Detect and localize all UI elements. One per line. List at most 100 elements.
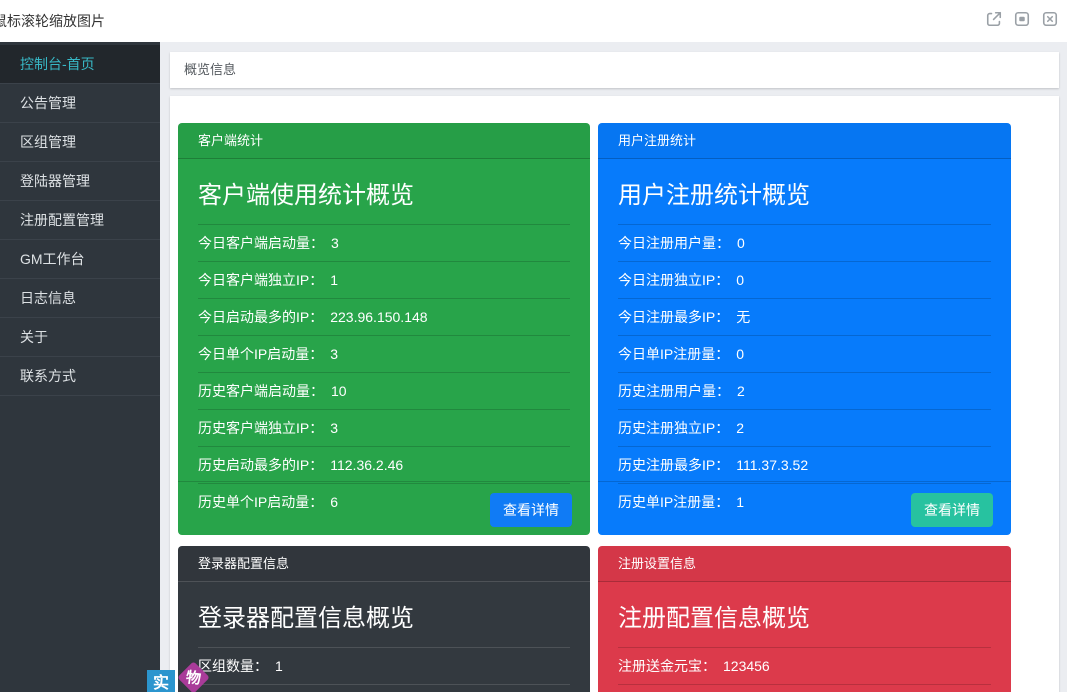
floating-badge-wu-label: 物: [185, 666, 202, 689]
stat-value: 无: [736, 309, 750, 325]
card-header: 登录器配置信息: [178, 546, 590, 582]
sidebar-item-console-home[interactable]: 控制台-首页: [0, 45, 160, 84]
stat-row: 公告数量：1: [198, 685, 570, 692]
stat-label: 历史注册独立IP：: [618, 420, 729, 436]
floating-badge-shi[interactable]: 实: [147, 670, 175, 692]
stat-value: 0: [736, 346, 744, 362]
image-viewer: 鼠标滚轮缩放图片: [0, 0, 1067, 692]
stat-label: 今日启动最多的IP：: [198, 309, 323, 325]
stat-value: 3: [331, 235, 339, 251]
sidebar-item-about[interactable]: 关于: [0, 318, 160, 357]
overview-title: 概览信息: [184, 62, 236, 77]
stat-row: 今日启动最多的IP： 223.96.150.148: [198, 299, 570, 336]
stat-value: 1: [330, 272, 338, 288]
stat-row: 历史客户端启动量： 10: [198, 373, 570, 410]
stat-rows: 区组数量： 1 公告数量：1: [198, 648, 570, 692]
card-header: 用户注册统计: [598, 123, 1011, 159]
stat-label: 区组数量：: [198, 658, 268, 674]
stat-row: 今日单个IP启动量： 3: [198, 336, 570, 373]
stat-row: 今日注册用户量： 0: [618, 225, 991, 262]
external-link-icon: [984, 9, 1004, 29]
stat-value: 123456: [723, 658, 770, 674]
stat-value: 2: [736, 420, 744, 436]
close-icon: [1040, 9, 1060, 29]
viewer-hint-text: 鼠标滚轮缩放图片: [0, 11, 105, 31]
launcher-config-card: 登录器配置信息 登录器配置信息概览 区组数量： 1 公告数量：1: [178, 546, 590, 692]
register-settings-card: 注册设置信息 注册配置信息概览 注册送金元宝： 123456 注册送银元宝：1234…: [598, 546, 1011, 692]
stat-value: 1: [275, 658, 283, 674]
stat-rows: 今日客户端启动量： 3 今日客户端独立IP： 1 今日启动最多的IP： 223.96.15…: [198, 225, 570, 520]
stat-row: 历史客户端独立IP： 3: [198, 410, 570, 447]
card-header: 注册设置信息: [598, 546, 1011, 582]
topbar: 鼠标滚轮缩放图片: [0, 0, 1067, 42]
stat-row: 注册送银元宝：12346: [618, 685, 991, 692]
card-header: 客户端统计: [178, 123, 590, 159]
window-controls: [984, 9, 1060, 29]
sidebar-item-zone-mgmt[interactable]: 区组管理: [0, 123, 160, 162]
restore-window-button[interactable]: [1012, 9, 1032, 29]
card-title: 用户注册统计概览: [618, 175, 991, 225]
stat-row: 今日客户端启动量： 3: [198, 225, 570, 262]
stat-value: 111.37.3.52: [736, 457, 808, 473]
stat-label: 今日客户端独立IP：: [198, 272, 323, 288]
card-body: 登录器配置信息概览 区组数量： 1 公告数量：1: [178, 582, 590, 692]
stat-label: 今日单IP注册量：: [618, 346, 729, 362]
stat-label: 今日单个IP启动量：: [198, 346, 323, 362]
close-window-button[interactable]: [1040, 9, 1060, 29]
sidebar-item-gm-workbench[interactable]: GM工作台: [0, 240, 160, 279]
stat-row: 历史启动最多的IP： 112.36.2.46: [198, 447, 570, 484]
stat-label: 今日注册最多IP：: [618, 309, 729, 325]
stat-value: 0: [736, 272, 744, 288]
card-title: 注册配置信息概览: [618, 598, 991, 648]
sidebar-nav: 控制台-首页 公告管理 区组管理 登陆器管理 注册配置管理 GM工作台 日志信息…: [0, 42, 160, 692]
stat-value: 3: [330, 346, 338, 362]
stat-row: 区组数量： 1: [198, 648, 570, 685]
stat-row: 今日注册独立IP： 0: [618, 262, 991, 299]
user-register-stats-card: 用户注册统计 用户注册统计概览 今日注册用户量： 0 今日注册独立IP： 0 今日注册最…: [598, 123, 1011, 535]
card-footer: 查看详情: [598, 481, 1011, 535]
stat-label: 注册送金元宝：: [618, 658, 716, 674]
overview-header: 概览信息: [170, 52, 1059, 88]
stat-value: 112.36.2.46: [330, 457, 403, 473]
sidebar-item-register-config-mgmt[interactable]: 注册配置管理: [0, 201, 160, 240]
card-body: 注册配置信息概览 注册送金元宝： 123456 注册送银元宝：12346: [598, 582, 1011, 692]
stat-label: 历史启动最多的IP：: [198, 457, 323, 473]
view-details-button[interactable]: 查看详情: [911, 493, 993, 527]
open-in-new-window-button[interactable]: [984, 9, 1004, 29]
card-footer: 查看详情: [178, 481, 590, 535]
stat-label: 今日注册用户量：: [618, 235, 730, 251]
stat-row: 历史注册最多IP： 111.37.3.52: [618, 447, 991, 484]
card-title: 客户端使用统计概览: [198, 175, 570, 225]
stat-label: 今日客户端启动量：: [198, 235, 324, 251]
sidebar-item-launcher-mgmt[interactable]: 登陆器管理: [0, 162, 160, 201]
sidebar-item-announcement-mgmt[interactable]: 公告管理: [0, 84, 160, 123]
stat-label: 历史客户端启动量：: [198, 383, 324, 399]
stat-value: 3: [330, 420, 338, 436]
stat-row: 今日注册最多IP： 无: [618, 299, 991, 336]
stat-label: 历史注册用户量：: [618, 383, 730, 399]
stat-row: 历史注册用户量： 2: [618, 373, 991, 410]
card-body: 用户注册统计概览 今日注册用户量：0今日注册独立IP：0今日注册最多IP：无今日…: [598, 159, 1011, 520]
stat-rows: 注册送金元宝： 123456 注册送银元宝：12346: [618, 648, 991, 692]
stat-rows: 今日注册用户量： 0 今日注册独立IP： 0 今日注册最多IP： 无今日单IP注册量： 0 历…: [618, 225, 991, 520]
card-title: 登录器配置信息概览: [198, 598, 570, 648]
sidebar-item-log-info[interactable]: 日志信息: [0, 279, 160, 318]
stat-row: 历史注册独立IP： 2: [618, 410, 991, 447]
restore-window-icon: [1012, 9, 1032, 29]
stat-value: 2: [737, 383, 745, 399]
stat-label: 历史注册最多IP：: [618, 457, 729, 473]
dashboard-panel: 客户端统计 客户端使用统计概览 今日客户端启动量： 3 今日客户端独立IP： 1 今日启…: [170, 96, 1059, 692]
sidebar-item-contact[interactable]: 联系方式: [0, 357, 160, 396]
stat-value: 0: [737, 235, 745, 251]
stat-value: 10: [331, 383, 347, 399]
stat-row: 今日客户端独立IP： 1: [198, 262, 570, 299]
stat-row: 今日单IP注册量： 0: [618, 336, 991, 373]
stat-value: 223.96.150.148: [330, 309, 427, 325]
stat-label: 历史客户端独立IP：: [198, 420, 323, 436]
stat-label: 今日注册独立IP：: [618, 272, 729, 288]
main-content: 概览信息 客户端统计 客户端使用统计概览 今日客户端启动量： 3 今日客户端独立IP…: [160, 42, 1067, 692]
view-details-button[interactable]: 查看详情: [490, 493, 572, 527]
client-stats-card: 客户端统计 客户端使用统计概览 今日客户端启动量： 3 今日客户端独立IP： 1 今日启…: [178, 123, 590, 535]
stat-row: 注册送金元宝： 123456: [618, 648, 991, 685]
card-body: 客户端使用统计概览 今日客户端启动量： 3 今日客户端独立IP： 1 今日启动最多的IP…: [178, 159, 590, 520]
